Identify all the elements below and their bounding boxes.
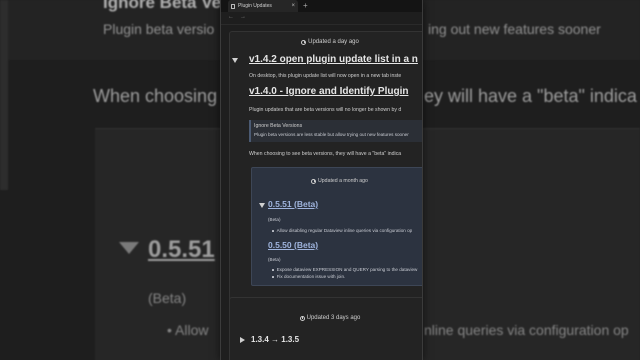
nested-updated-timestamp: Updated a month ago <box>252 176 422 186</box>
expand-icon[interactable] <box>240 337 245 343</box>
tab-plugin-updates[interactable]: Plugin Updates × <box>228 0 298 12</box>
background-when-text: When choosing <box>93 86 218 106</box>
collapse-icon[interactable] <box>259 203 265 208</box>
background-sidebar <box>0 0 8 190</box>
clock-icon <box>301 39 307 45</box>
background-bullet: • Allow <box>167 322 209 338</box>
new-tab-icon[interactable]: + <box>303 1 308 10</box>
updated-timestamp-2: Updated 3 days ago <box>230 308 422 328</box>
clock-icon <box>311 178 317 184</box>
release-heading-3[interactable]: 1.3.4 → 1.3.5 <box>251 335 299 344</box>
background-bullet-text: Allow <box>175 322 209 338</box>
background-subtitle: Plugin beta versio <box>103 21 215 37</box>
background-collapse-icon <box>119 242 139 254</box>
background-title: Ignore Beta Vers <box>103 0 238 12</box>
version-heading[interactable]: 0.5.51 (Beta) <box>268 199 318 209</box>
tab-bar: Plugin Updates × + <box>221 0 422 12</box>
updated-text-2: Updated 3 days ago <box>306 315 361 321</box>
updated-text: Updated a day ago <box>308 39 359 45</box>
beta-label: (Beta) <box>268 217 281 222</box>
background-subtitle-right: ing out new features sooner <box>428 21 601 37</box>
release-heading-2[interactable]: v1.4.0 - Ignore and Identify Plugin <box>249 86 408 97</box>
callout-title: Ignore Beta Versions <box>254 123 303 129</box>
background-when-text-right: ey will have a "beta" indica <box>424 86 637 106</box>
version-heading-2[interactable]: 0.5.50 (Beta) <box>268 240 318 250</box>
back-arrow-icon[interactable]: ← <box>228 14 234 20</box>
background-beta-label: (Beta) <box>148 290 187 306</box>
callout-text: Plugin beta versions are less stable but… <box>254 132 409 137</box>
when-choosing-text: When choosing to see beta versions, they… <box>249 151 402 157</box>
release-description-2: Plugin updates that are beta versions wi… <box>249 107 402 113</box>
plugin-updates-window: Plugin Updates × + ← → Updated a day ago… <box>220 0 423 360</box>
nested-changelog: Updated a month ago 0.5.51 (Beta) (Beta)… <box>251 167 422 286</box>
nav-bar: ← → <box>221 12 422 25</box>
close-icon[interactable]: × <box>291 3 295 9</box>
collapse-icon[interactable] <box>232 58 238 63</box>
list-item: Allow disabling regular Dataview inline … <box>272 228 412 233</box>
callout-box: Ignore Beta Versions Plugin beta version… <box>249 120 422 142</box>
background-version-heading: 0.5.51 <box>148 236 215 263</box>
nested-updated-text: Updated a month ago <box>318 178 368 184</box>
background-bullet-right: nline queries via configuration op <box>424 322 629 338</box>
list-item: Fix documentation issue with join. <box>272 274 345 279</box>
clock-icon <box>299 315 305 321</box>
release-card-2: Updated 3 days ago <box>229 297 422 360</box>
release-description: On desktop, this plugin update list will… <box>249 73 402 79</box>
list-item: Expose dataview EXPRESSION and QUERY par… <box>272 267 417 272</box>
tab-label: Plugin Updates <box>238 3 272 9</box>
updated-timestamp: Updated a day ago <box>230 32 422 52</box>
release-heading[interactable]: v1.4.2 open plugin update list in a n <box>249 54 418 65</box>
document-icon <box>231 3 235 9</box>
beta-label-2: (Beta) <box>268 257 281 262</box>
forward-arrow-icon[interactable]: → <box>240 14 246 20</box>
